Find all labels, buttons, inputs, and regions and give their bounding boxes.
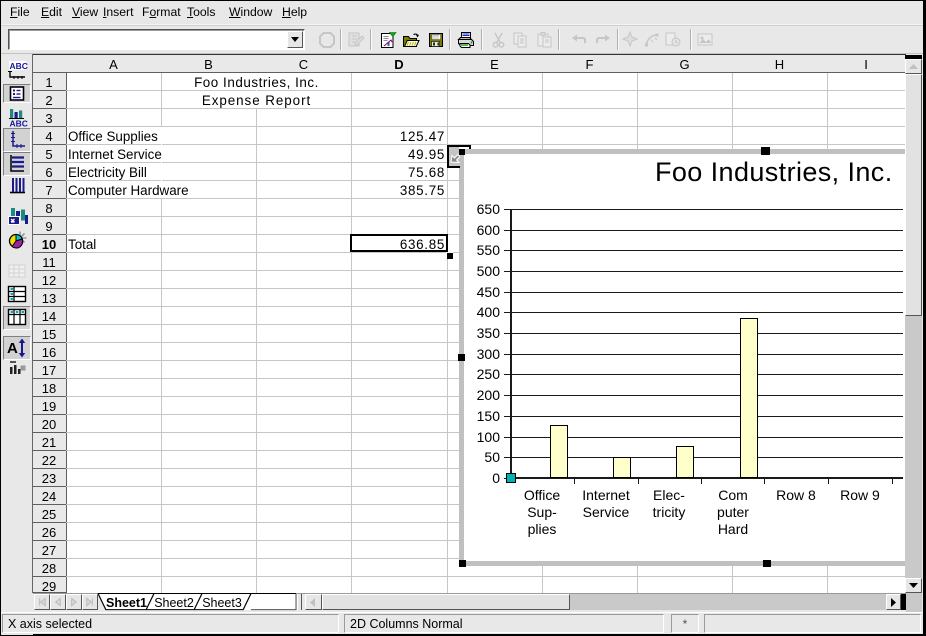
svg-text:ABC: ABC: [10, 119, 28, 128]
svg-text:A: A: [7, 340, 18, 357]
svg-text:ABC: ABC: [10, 61, 28, 71]
